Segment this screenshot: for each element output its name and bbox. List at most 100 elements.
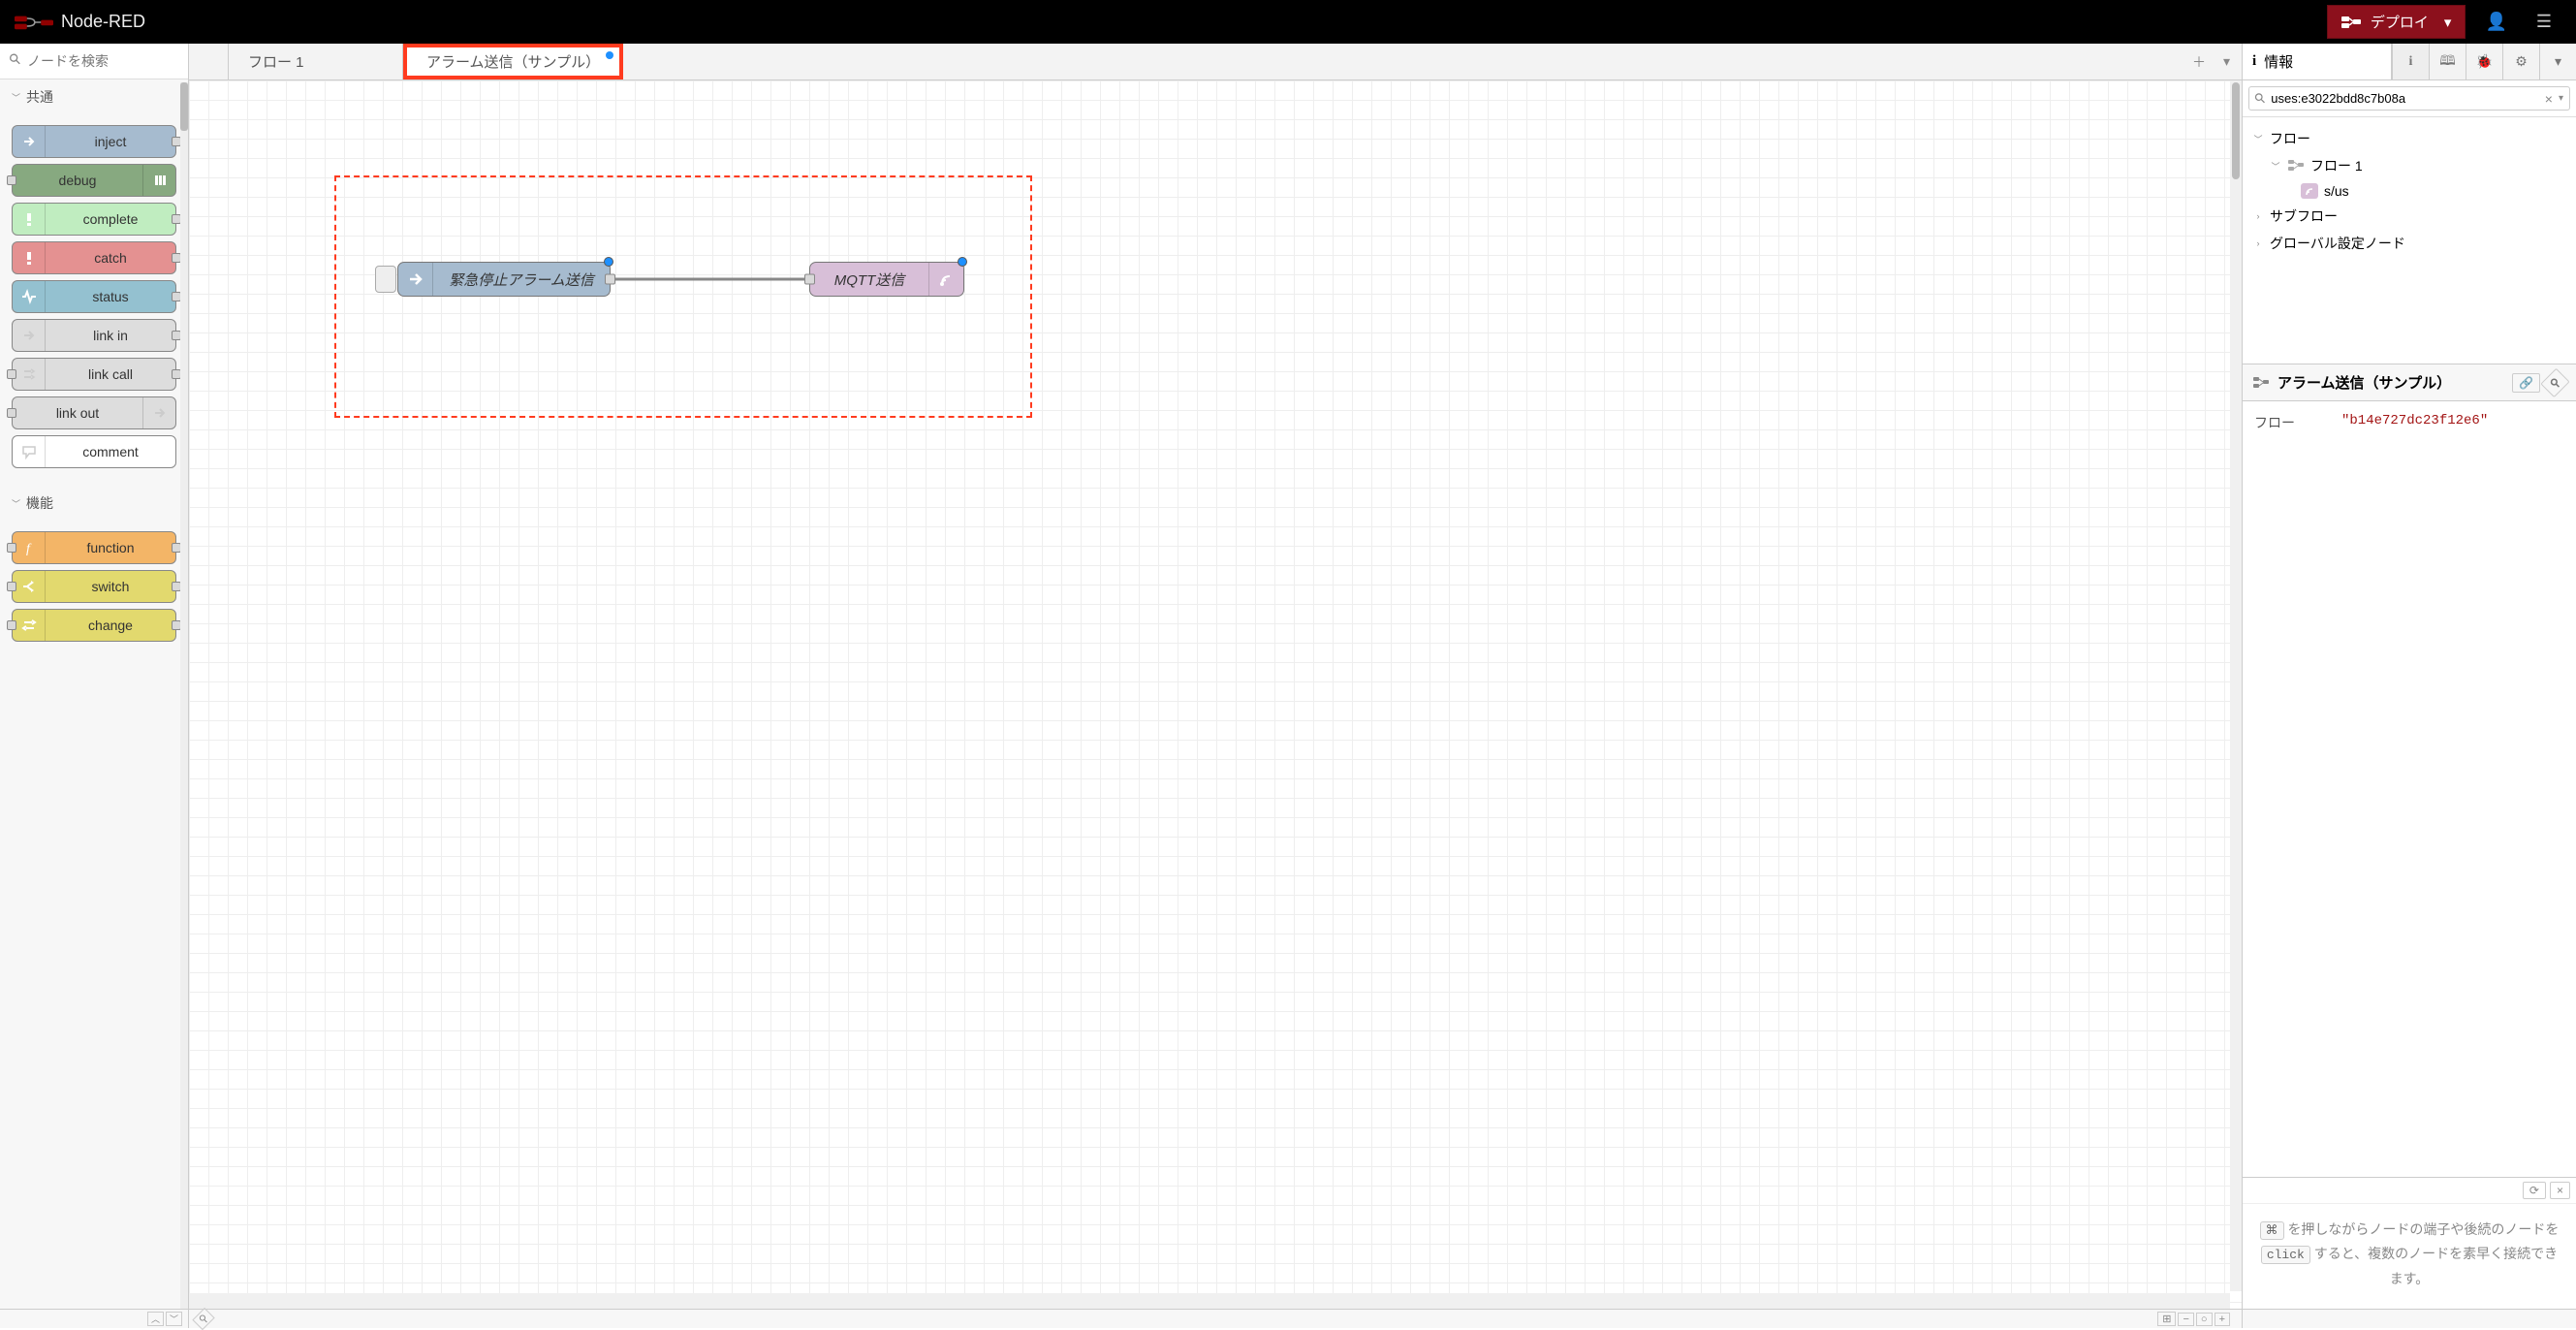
bug-icon: 🐞 (2476, 53, 2493, 70)
exclaim-icon (21, 250, 37, 266)
palette-node-comment[interactable]: comment (12, 435, 176, 468)
tab-alarm-sample[interactable]: アラーム送信（サンプル） (403, 44, 623, 79)
wire[interactable] (606, 269, 819, 289)
palette-node-complete[interactable]: complete (12, 203, 176, 236)
info-icon: i (2252, 53, 2256, 70)
palette-node-catch[interactable]: catch (12, 241, 176, 274)
search-icon: ⚲ (2250, 89, 2269, 108)
link-call-icon (21, 366, 37, 382)
changed-indicator (958, 257, 967, 267)
hint-text: ⌘ を押しながらノードの端子や後続のノードを click すると、複数のノードを… (2243, 1204, 2576, 1309)
sidebar-icon-config[interactable]: ⚙ (2502, 44, 2539, 79)
function-icon: f (21, 540, 37, 555)
workspace: フロー 1 アラーム送信（サンプル） ＋ ▾ 緊急停止アラーム送信 MQTT送信 (189, 44, 2242, 1309)
tree-flows[interactable]: ﹀フロー (2246, 125, 2572, 152)
palette-node-link-in[interactable]: link in (12, 319, 176, 352)
palette-panel: 共通 inject debug complete catch status li… (0, 44, 189, 1309)
canvas[interactable]: 緊急停止アラーム送信 MQTT送信 (189, 80, 2242, 1309)
sidebar: i 情報 i 🕮 🐞 ⚙ ▾ ⚲ × ▾ ﹀フロー ﹀フロー 1 s/us (2242, 44, 2576, 1309)
sidebar-icon-info[interactable]: i (2392, 44, 2429, 79)
switch-icon (21, 579, 37, 594)
outline-tree: ﹀フロー ﹀フロー 1 s/us ›サブフロー ›グローバル設定ノード (2243, 117, 2576, 364)
hint-close-button[interactable]: × (2550, 1182, 2570, 1199)
add-tab-button[interactable]: ＋ (2188, 48, 2210, 76)
sidebar-search-input[interactable] (2271, 91, 2539, 106)
tree-flow-1[interactable]: ﹀フロー 1 (2246, 152, 2572, 179)
palette-scrollbar[interactable] (180, 82, 188, 1309)
canvas-scrollbar-v[interactable] (2230, 80, 2242, 1291)
flow-icon (2287, 158, 2305, 174)
caret-down-icon: ▾ (2555, 53, 2561, 70)
palette-collapse-up-button[interactable]: ︿ (147, 1312, 164, 1326)
tree-node-sus[interactable]: s/us (2246, 179, 2572, 203)
clear-search-button[interactable]: × (2545, 91, 2553, 107)
palette-node-inject[interactable]: inject (12, 125, 176, 158)
tree-subflows[interactable]: ›サブフロー (2246, 203, 2572, 230)
info-icon: i (2409, 54, 2413, 70)
palette-node-change[interactable]: change (12, 609, 176, 642)
flow-tabs: フロー 1 アラーム送信（サンプル） ＋ ▾ (189, 44, 2242, 80)
sidebar-search: ⚲ × ▾ (2248, 86, 2570, 111)
tab-flow-1[interactable]: フロー 1 (229, 44, 403, 79)
kbd-click: click (2261, 1246, 2310, 1264)
exclaim-icon (21, 211, 37, 227)
inject-trigger-button[interactable] (375, 266, 396, 293)
app-logo: Node-RED (15, 12, 145, 32)
palette-search-input[interactable] (8, 49, 180, 73)
palette-node-status[interactable]: status (12, 280, 176, 313)
arrow-right-icon (407, 270, 424, 288)
flow-icon (2252, 375, 2270, 391)
tab-spacer (189, 44, 229, 79)
book-icon: 🕮 (2439, 50, 2456, 74)
palette-node-link-call[interactable]: link call (12, 358, 176, 391)
debug-icon (152, 173, 168, 188)
comment-icon (21, 444, 37, 459)
deploy-button[interactable]: デプロイ ▾ (2327, 5, 2466, 39)
sidebar-icon-help[interactable]: 🕮 (2429, 44, 2466, 79)
gear-icon: ⚙ (2515, 53, 2528, 70)
zoom-in-button[interactable]: + (2215, 1313, 2230, 1326)
tab-menu-button[interactable]: ▾ (2219, 49, 2234, 74)
broadcast-icon (938, 270, 956, 288)
hint-refresh-button[interactable]: ⟳ (2523, 1182, 2546, 1199)
zoom-reset-button[interactable]: ○ (2196, 1313, 2213, 1326)
sidebar-tab-info[interactable]: i 情報 (2243, 44, 2392, 79)
footer-search-button[interactable]: ⚲ (192, 1308, 214, 1330)
canvas-scrollbar-h[interactable] (189, 1293, 2230, 1309)
link-in-icon (21, 328, 37, 343)
app-header: Node-RED デプロイ ▾ 👤 ☰ (0, 0, 2576, 44)
info-header: アラーム送信（サンプル） 🔗 ⚲ (2243, 364, 2576, 401)
navigator-button[interactable]: ⊞ (2157, 1312, 2176, 1326)
info-table: フロー "b14e727dc23f12e6" (2243, 401, 2576, 444)
changed-indicator (604, 257, 613, 267)
flow-node-inject[interactable]: 緊急停止アラーム送信 (397, 262, 611, 297)
info-value-flow-id: "b14e727dc23f12e6" (2341, 413, 2488, 432)
palette-collapse-down-button[interactable]: ﹀ (166, 1312, 182, 1326)
arrow-right-icon (21, 134, 37, 149)
tree-global-config[interactable]: ›グローバル設定ノード (2246, 230, 2572, 257)
menu-icon[interactable]: ☰ (2527, 6, 2561, 38)
node-red-logo-icon (15, 13, 53, 32)
palette-category-function[interactable]: 機能 (0, 486, 188, 521)
dirty-indicator (606, 51, 613, 59)
zoom-out-button[interactable]: − (2178, 1313, 2193, 1326)
mqtt-node-icon (2301, 183, 2318, 199)
palette-node-link-out[interactable]: link out (12, 396, 176, 429)
palette-node-debug[interactable]: debug (12, 164, 176, 197)
flow-node-mqtt[interactable]: MQTT送信 (809, 262, 964, 297)
kbd-cmd: ⌘ (2260, 1221, 2284, 1240)
palette-node-function[interactable]: ffunction (12, 531, 176, 564)
user-icon[interactable]: 👤 (2475, 6, 2516, 38)
search-button[interactable]: ⚲ (2540, 367, 2569, 396)
palette-node-switch[interactable]: switch (12, 570, 176, 603)
pulse-icon (21, 289, 37, 304)
link-button[interactable]: 🔗 (2512, 373, 2540, 393)
palette-search (0, 44, 188, 79)
sidebar-icon-more[interactable]: ▾ (2539, 44, 2576, 79)
app-title: Node-RED (61, 12, 145, 32)
selection-box (334, 175, 1032, 418)
palette-category-common[interactable]: 共通 (0, 79, 188, 114)
link-out-icon (152, 405, 168, 421)
sidebar-icon-debug[interactable]: 🐞 (2466, 44, 2502, 79)
change-icon (21, 618, 37, 633)
